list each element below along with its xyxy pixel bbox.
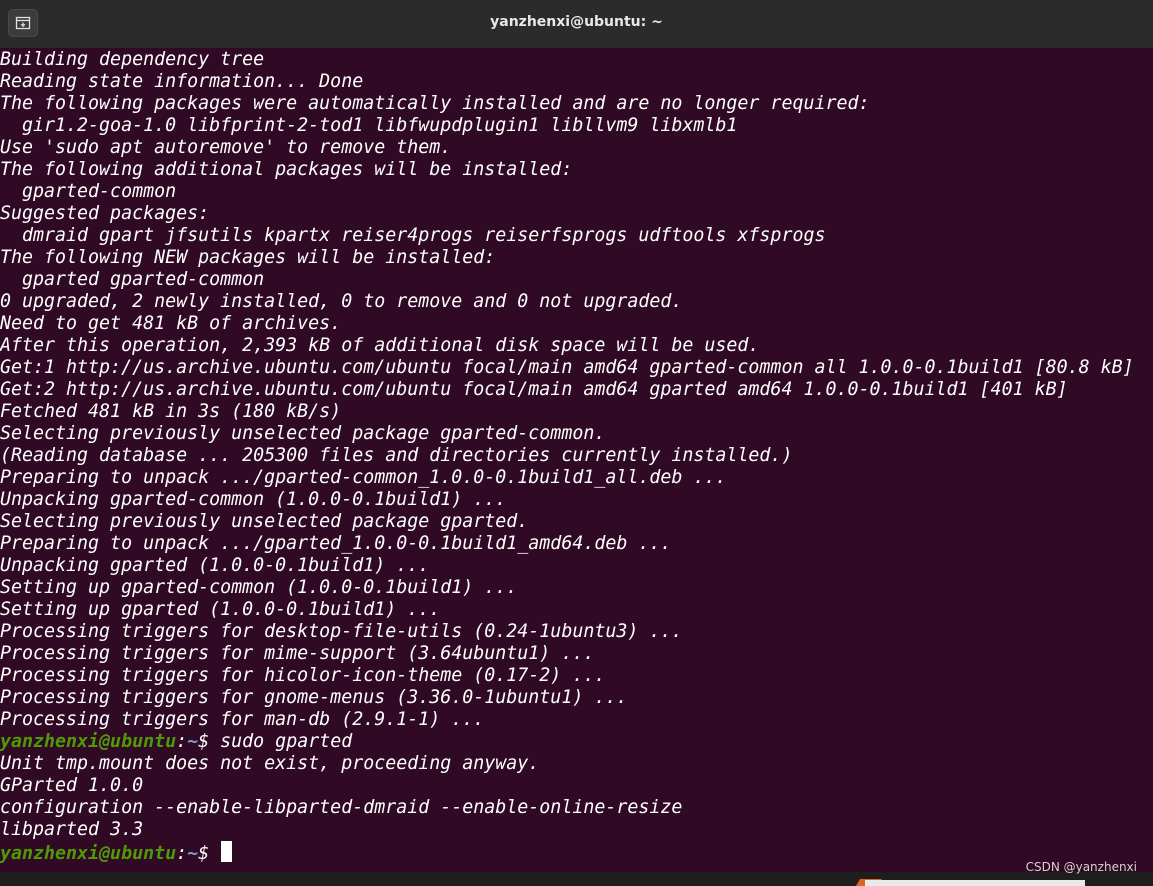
terminal-lines-after-command: Unit tmp.mount does not exist, proceedin… — [0, 753, 1153, 841]
terminal-line: Preparing to unpack .../gparted-common_1… — [0, 467, 727, 488]
terminal-line: Reading state information... Done — [0, 71, 364, 92]
terminal-line: Get:2 http://us.archive.ubuntu.com/ubunt… — [0, 379, 1068, 400]
terminal-line: Unpacking gparted-common (1.0.0-0.1build… — [0, 489, 507, 510]
terminal-line: gparted gparted-common — [0, 269, 265, 290]
terminal-line: Processing triggers for man-db (2.9.1-1)… — [0, 709, 485, 730]
terminal-line: gparted-common — [0, 181, 177, 202]
terminal-line: 0 upgraded, 2 newly installed, 0 to remo… — [0, 291, 683, 312]
terminal-line: Fetched 481 kB in 3s (180 kB/s) — [0, 401, 342, 422]
terminal-line: Processing triggers for desktop-file-uti… — [0, 621, 683, 642]
terminal-line: dmraid gpart jfsutils kpartx reiser4prog… — [0, 225, 826, 246]
terminal-line: Need to get 481 kB of archives. — [0, 313, 342, 334]
terminal-line: Unpacking gparted (1.0.0-0.1build1) ... — [0, 555, 430, 576]
terminal-line: Selecting previously unselected package … — [0, 423, 606, 444]
prompt-user-host: yanzhenxi@ubuntu — [0, 731, 177, 752]
prompt-symbol: $ — [198, 843, 221, 863]
terminal-line: Setting up gparted (1.0.0-0.1build1) ... — [0, 599, 441, 620]
terminal-line: Selecting previously unselected package … — [0, 511, 529, 532]
prompt-colon: : — [176, 731, 188, 752]
window-title: yanzhenxi@ubuntu: ~ — [490, 14, 663, 30]
terminal-line: libparted 3.3 — [0, 819, 144, 840]
prompt-user-host: yanzhenxi@ubuntu — [0, 843, 177, 863]
terminal-line: Unit tmp.mount does not exist, proceedin… — [0, 753, 540, 774]
terminal-line: Building dependency tree — [0, 49, 265, 70]
watermark: CSDN @yanzhenxi — [1025, 860, 1137, 874]
terminal-line: The following packages were automaticall… — [0, 93, 870, 114]
terminal-prompt-line: yanzhenxi@ubuntu:~$ sudo gparted — [0, 731, 1153, 753]
terminal-output[interactable]: Building dependency tree Reading state in… — [0, 48, 1153, 872]
terminal-cursor — [221, 841, 233, 862]
terminal-line: Suggested packages: — [0, 203, 210, 224]
prompt-command: sudo gparted — [220, 731, 353, 752]
terminal-current-prompt-line[interactable]: yanzhenxi@ubuntu:~$ — [0, 841, 1153, 863]
terminal-line: The following additional packages will b… — [0, 159, 573, 180]
terminal-line: configuration --enable-libparted-dmraid … — [0, 797, 683, 818]
terminal-line: Processing triggers for hicolor-icon-the… — [0, 665, 606, 686]
terminal-line: GParted 1.0.0 — [0, 775, 144, 796]
terminal-line: The following NEW packages will be insta… — [0, 247, 496, 268]
terminal-line: Processing triggers for mime-support (3.… — [0, 643, 595, 664]
prompt-colon: : — [176, 843, 188, 863]
terminal-line: Processing triggers for gnome-menus (3.3… — [0, 687, 628, 708]
terminal-line: (Reading database ... 205300 files and d… — [0, 445, 793, 466]
prompt-symbol: $ — [198, 731, 221, 752]
terminal-line: gir1.2-goa-1.0 libfprint-2-tod1 libfwupd… — [0, 115, 738, 136]
prompt-path: ~ — [187, 843, 199, 863]
terminal-line: Setting up gparted-common (1.0.0-0.1buil… — [0, 577, 518, 598]
terminal-lines: Building dependency tree Reading state in… — [0, 49, 1153, 731]
terminal-line: Use 'sudo apt autoremove' to remove them… — [0, 137, 452, 158]
terminal-line: After this operation, 2,393 kB of additi… — [0, 335, 760, 356]
terminal-line: Get:1 http://us.archive.ubuntu.com/ubunt… — [0, 357, 1134, 378]
prompt-path: ~ — [187, 731, 199, 752]
window-titlebar: yanzhenxi@ubuntu: ~ — [0, 0, 1153, 49]
bottom-accent-bar — [865, 880, 1085, 886]
terminal-line: Preparing to unpack .../gparted_1.0.0-0.… — [0, 533, 672, 554]
